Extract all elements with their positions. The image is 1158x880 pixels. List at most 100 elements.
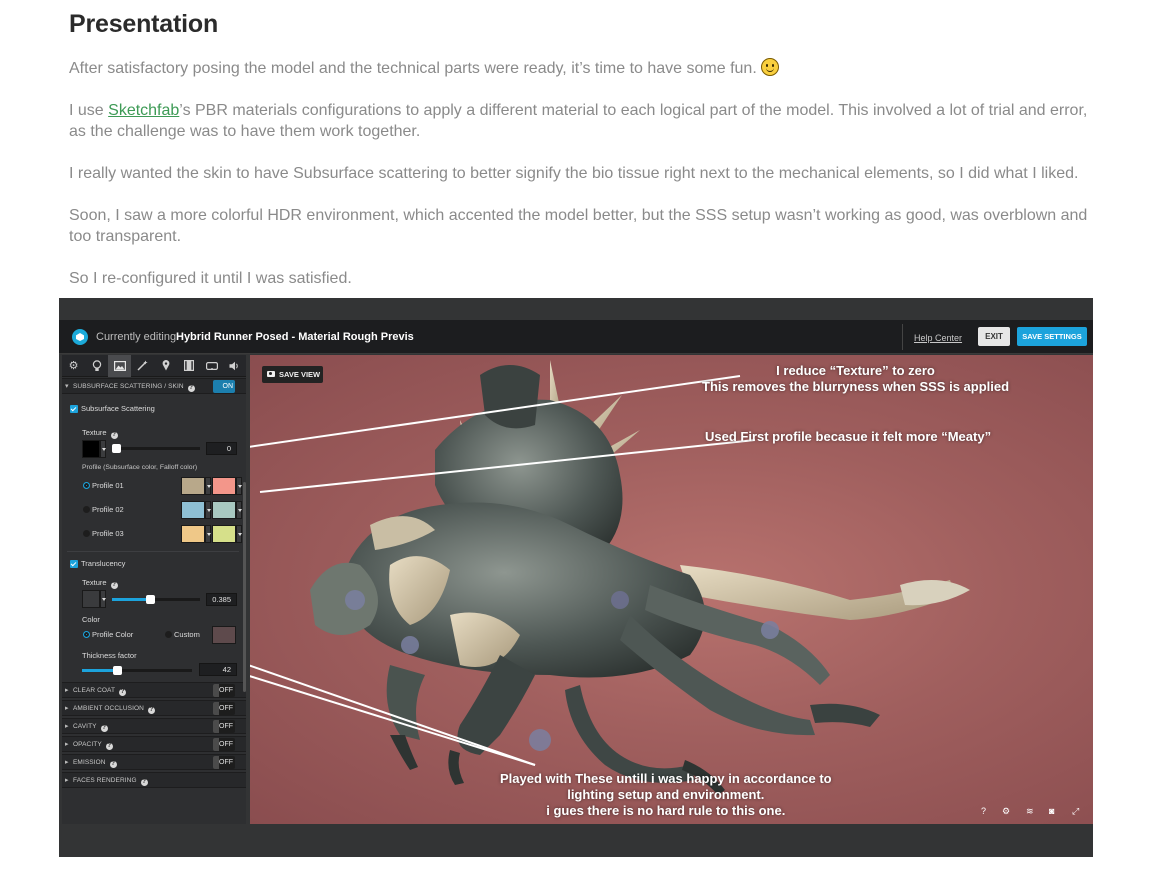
section-header-sss[interactable]: ▾ SUBSURFACE SCATTERING / SKIN? ON bbox=[62, 378, 246, 394]
gear-icon[interactable]: ⚙ bbox=[1002, 806, 1010, 817]
section-header-faces-rendering[interactable]: ▸ FACES RENDERING? bbox=[62, 772, 246, 788]
thickness-value-field[interactable]: 42 bbox=[199, 663, 237, 676]
texture-slider[interactable] bbox=[112, 444, 200, 453]
profile-color-radio[interactable] bbox=[83, 631, 90, 638]
chevron-down-icon[interactable] bbox=[236, 501, 242, 519]
help-icon[interactable]: ? bbox=[981, 806, 986, 816]
section-title-opacity-text: OPACITY bbox=[73, 741, 102, 748]
translucency-texture-value-field[interactable]: 0.385 bbox=[206, 593, 237, 606]
translucency-texture-label-text: Texture bbox=[82, 578, 107, 587]
thickness-slider[interactable] bbox=[82, 666, 192, 675]
topbar-divider bbox=[902, 324, 903, 350]
thickness-slider-knob[interactable] bbox=[112, 666, 122, 675]
chevron-down-icon[interactable] bbox=[205, 525, 211, 543]
image-icon[interactable] bbox=[108, 355, 131, 377]
chevron-down-icon[interactable] bbox=[205, 477, 211, 495]
profile-01-falloff-swatch[interactable] bbox=[212, 477, 236, 495]
fullscreen-icon[interactable]: ⤢ bbox=[1072, 806, 1079, 817]
profile-02-falloff-swatch[interactable] bbox=[212, 501, 236, 519]
chevron-down-icon[interactable] bbox=[100, 590, 106, 608]
speaker-icon[interactable] bbox=[223, 355, 246, 377]
ambient-occlusion-toggle[interactable]: OFF bbox=[213, 702, 235, 715]
profile-02-subsurface-swatch[interactable] bbox=[181, 501, 205, 519]
sss-checkbox[interactable] bbox=[70, 405, 78, 413]
panel-scrollbar[interactable] bbox=[243, 482, 246, 692]
section-title-ambient-occlusion: AMBIENT OCCLUSION? bbox=[73, 705, 155, 714]
save-view-label: SAVE VIEW bbox=[279, 370, 321, 379]
custom-color-radio[interactable] bbox=[165, 631, 172, 638]
wand-icon[interactable] bbox=[131, 355, 154, 377]
help-icon[interactable]: ? bbox=[140, 779, 148, 786]
opacity-toggle[interactable]: OFF bbox=[213, 738, 235, 751]
custom-color-swatch[interactable] bbox=[212, 626, 236, 644]
translucency-texture-swatch[interactable] bbox=[82, 590, 100, 608]
caret-down-icon: ▾ bbox=[65, 383, 69, 390]
smiley-icon bbox=[760, 58, 779, 76]
profile-03-falloff-swatch[interactable] bbox=[212, 525, 236, 543]
section-title-clear-coat-text: CLEAR COAT bbox=[73, 687, 116, 694]
cavity-toggle[interactable]: OFF bbox=[213, 720, 235, 733]
pin-icon[interactable] bbox=[154, 355, 177, 377]
section-title-clear-coat: CLEAR COAT? bbox=[73, 687, 127, 696]
help-icon[interactable]: ? bbox=[109, 761, 117, 768]
vr-icon[interactable] bbox=[200, 355, 223, 377]
translucency-texture-slider[interactable] bbox=[112, 595, 200, 604]
help-icon[interactable]: ? bbox=[105, 743, 113, 750]
help-icon[interactable]: ? bbox=[147, 707, 155, 714]
help-icon[interactable]: ? bbox=[110, 432, 118, 439]
section-title-faces-rendering-text: FACES RENDERING bbox=[73, 777, 137, 784]
section-header-clear-coat[interactable]: ▸ CLEAR COAT? OFF bbox=[62, 682, 246, 698]
help-icon[interactable]: ? bbox=[110, 582, 118, 589]
translucency-texture-slider-knob[interactable] bbox=[145, 595, 155, 604]
exit-button[interactable]: EXIT bbox=[978, 327, 1010, 346]
help-icon[interactable]: ? bbox=[119, 689, 127, 696]
3d-viewport[interactable]: SAVE VIEW I reduce “Texture” to zero Thi… bbox=[250, 355, 1093, 824]
vr-icon[interactable]: ◙ bbox=[1049, 806, 1054, 816]
texture-label: Texture? bbox=[82, 428, 118, 439]
clear-coat-toggle[interactable]: OFF bbox=[213, 684, 235, 697]
save-settings-button[interactable]: SAVE SETTINGS bbox=[1017, 327, 1087, 346]
sketchfab-link[interactable]: Sketchfab bbox=[108, 102, 179, 119]
profile-color-label: Profile Color bbox=[92, 630, 134, 639]
model-name: Hybrid Runner Posed - Material Rough Pre… bbox=[176, 331, 414, 343]
translucency-texture-label: Texture? bbox=[82, 578, 118, 589]
profile-01-label: Profile 01 bbox=[92, 481, 124, 490]
section-header-ambient-occlusion[interactable]: ▸ AMBIENT OCCLUSION? OFF bbox=[62, 700, 246, 716]
profile-02-radio[interactable] bbox=[83, 506, 90, 513]
texture-slider-knob[interactable] bbox=[112, 444, 121, 453]
texture-swatch[interactable] bbox=[82, 440, 100, 458]
sss-toggle[interactable]: ON bbox=[213, 380, 235, 393]
layers-icon[interactable]: ≋ bbox=[1026, 806, 1034, 817]
annotation-translucency: Played with These untill i was happy in … bbox=[500, 771, 832, 819]
save-view-button[interactable]: SAVE VIEW bbox=[262, 366, 323, 383]
caret-right-icon: ▸ bbox=[65, 741, 69, 748]
caret-right-icon: ▸ bbox=[65, 687, 69, 694]
chevron-down-icon[interactable] bbox=[100, 440, 106, 458]
chevron-down-icon[interactable] bbox=[236, 477, 242, 495]
help-icon[interactable]: ? bbox=[100, 725, 108, 732]
section-title-emission-text: EMISSION bbox=[73, 759, 106, 766]
profile-03-subsurface-swatch[interactable] bbox=[181, 525, 205, 543]
editor-topbar: Currently editing Hybrid Runner Posed - … bbox=[59, 320, 1093, 354]
gear-icon[interactable]: ⚙ bbox=[62, 355, 85, 377]
help-icon[interactable]: ? bbox=[187, 385, 195, 392]
chevron-down-icon[interactable] bbox=[236, 525, 242, 543]
lightbulb-icon[interactable] bbox=[85, 355, 108, 377]
section-header-emission[interactable]: ▸ EMISSION? OFF bbox=[62, 754, 246, 770]
profile-01-radio[interactable] bbox=[83, 482, 90, 489]
translucency-checkbox[interactable] bbox=[70, 560, 78, 568]
chevron-down-icon[interactable] bbox=[205, 501, 211, 519]
editing-label: Currently editing bbox=[96, 331, 177, 343]
profile-03-radio[interactable] bbox=[83, 530, 90, 537]
caret-right-icon: ▸ bbox=[65, 723, 69, 730]
color-label: Color bbox=[82, 615, 100, 624]
caret-right-icon: ▸ bbox=[65, 777, 69, 784]
section-header-cavity[interactable]: ▸ CAVITY? OFF bbox=[62, 718, 246, 734]
emission-toggle[interactable]: OFF bbox=[213, 756, 235, 769]
editor-tab-toolbar: ⚙ bbox=[62, 355, 246, 377]
section-header-opacity[interactable]: ▸ OPACITY? OFF bbox=[62, 736, 246, 752]
profile-01-subsurface-swatch[interactable] bbox=[181, 477, 205, 495]
help-center-link[interactable]: Help Center bbox=[914, 333, 962, 343]
texture-value-field[interactable]: 0 bbox=[206, 442, 237, 455]
film-icon[interactable] bbox=[177, 355, 200, 377]
